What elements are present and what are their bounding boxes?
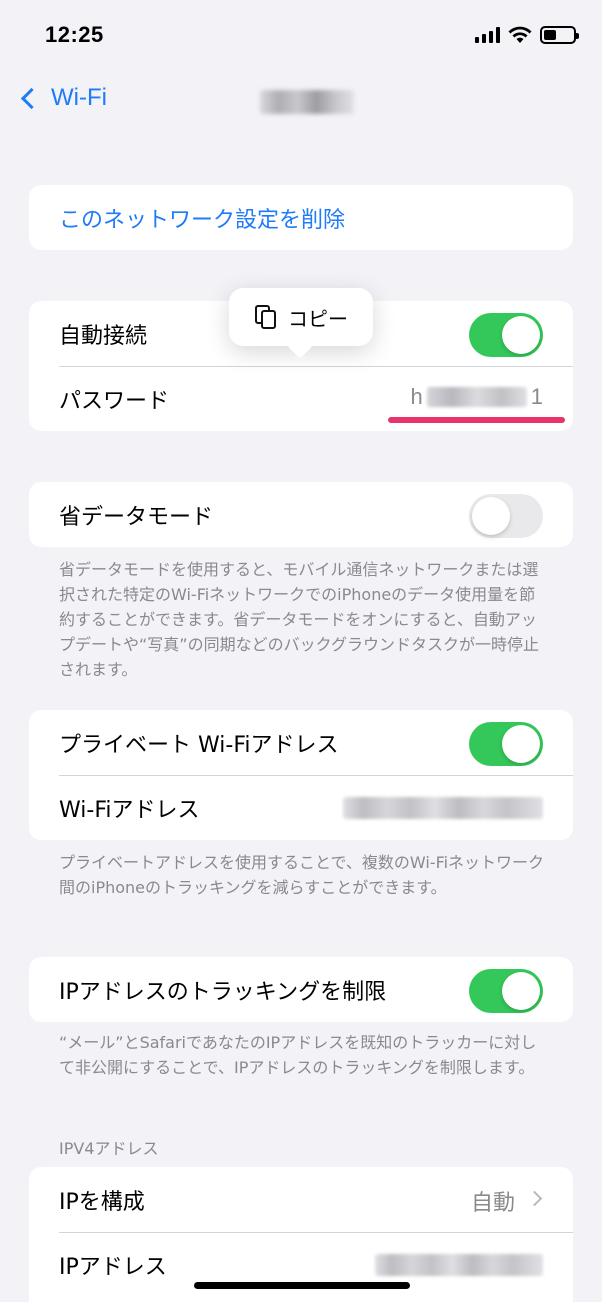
status-bar: 12:25 [0, 0, 602, 74]
battery-icon [540, 26, 579, 44]
password-label: パスワード [59, 388, 170, 414]
forget-network-button[interactable]: このネットワーク設定を削除 [29, 185, 573, 250]
forget-network-card: このネットワーク設定を削除 [29, 185, 573, 250]
wifi-icon [508, 26, 532, 43]
configure-ip-value: 自動 [470, 1191, 515, 1216]
back-button[interactable]: Wi-Fi [16, 84, 107, 112]
private-address-row: プライベート Wi-Fiアドレス [29, 710, 573, 775]
limit-ip-tracking-card: IPアドレスのトラッキングを制限 [29, 957, 573, 1022]
network-name-redacted [260, 90, 354, 114]
ip-address-redacted [375, 1254, 543, 1276]
copy-popup[interactable]: コピー [229, 288, 373, 346]
private-address-toggle[interactable] [469, 722, 543, 766]
password-redacted [426, 387, 527, 407]
status-icons [475, 26, 579, 44]
chevron-left-icon [20, 87, 43, 109]
forget-network-label: このネットワーク設定を削除 [59, 207, 346, 233]
home-indicator[interactable] [194, 1282, 410, 1289]
wifi-address-row: Wi-Fiアドレス [29, 775, 573, 840]
password-value[interactable]: h 1 [411, 384, 544, 410]
ip-address-label: IPアドレス [59, 1254, 167, 1280]
status-time: 12:25 [45, 22, 104, 47]
copy-label: コピー [288, 306, 348, 331]
configure-ip-row[interactable]: IPを構成 自動 [29, 1167, 573, 1232]
limit-ip-tracking-label: IPアドレスのトラッキングを制限 [59, 979, 387, 1005]
private-address-card: プライベート Wi-Fiアドレス Wi-Fiアドレス [29, 710, 573, 840]
ipv4-section-header: IPV4アドレス [59, 1139, 159, 1158]
chevron-right-icon [526, 1190, 543, 1207]
low-data-label: 省データモード [59, 504, 214, 530]
low-data-card: 省データモード [29, 482, 573, 547]
auto-join-toggle[interactable] [469, 313, 543, 357]
configure-ip-label: IPを構成 [59, 1189, 145, 1215]
low-data-row: 省データモード [29, 482, 573, 547]
low-data-toggle[interactable] [469, 494, 543, 538]
limit-ip-tracking-row: IPアドレスのトラッキングを制限 [29, 957, 573, 1022]
limit-ip-tracking-footnote: “メール”とSafariであなたのIPアドレスを既知のトラッカーに対して非公開に… [59, 1033, 537, 1077]
wifi-address-label: Wi-Fiアドレス [59, 797, 200, 823]
wifi-address-redacted [343, 797, 543, 819]
private-address-footnote: プライベートアドレスを使用することで、複数のWi-Fiネットワーク間のiPhon… [59, 853, 545, 897]
back-label: Wi-Fi [51, 84, 107, 111]
low-data-footnote: 省データモードを使用すると、モバイル通信ネットワークまたは選択された特定のWi-… [59, 560, 539, 679]
navigation-bar: Wi-Fi [0, 80, 602, 124]
cellular-signal-icon [475, 27, 500, 43]
password-last-char: 1 [530, 384, 543, 409]
auto-join-label: 自動接続 [59, 323, 148, 349]
password-first-char: h [410, 384, 423, 409]
copy-icon [254, 304, 278, 330]
limit-ip-tracking-toggle[interactable] [469, 969, 543, 1013]
private-address-label: プライベート Wi-Fiアドレス [59, 732, 339, 758]
password-highlight-underline [388, 417, 565, 423]
